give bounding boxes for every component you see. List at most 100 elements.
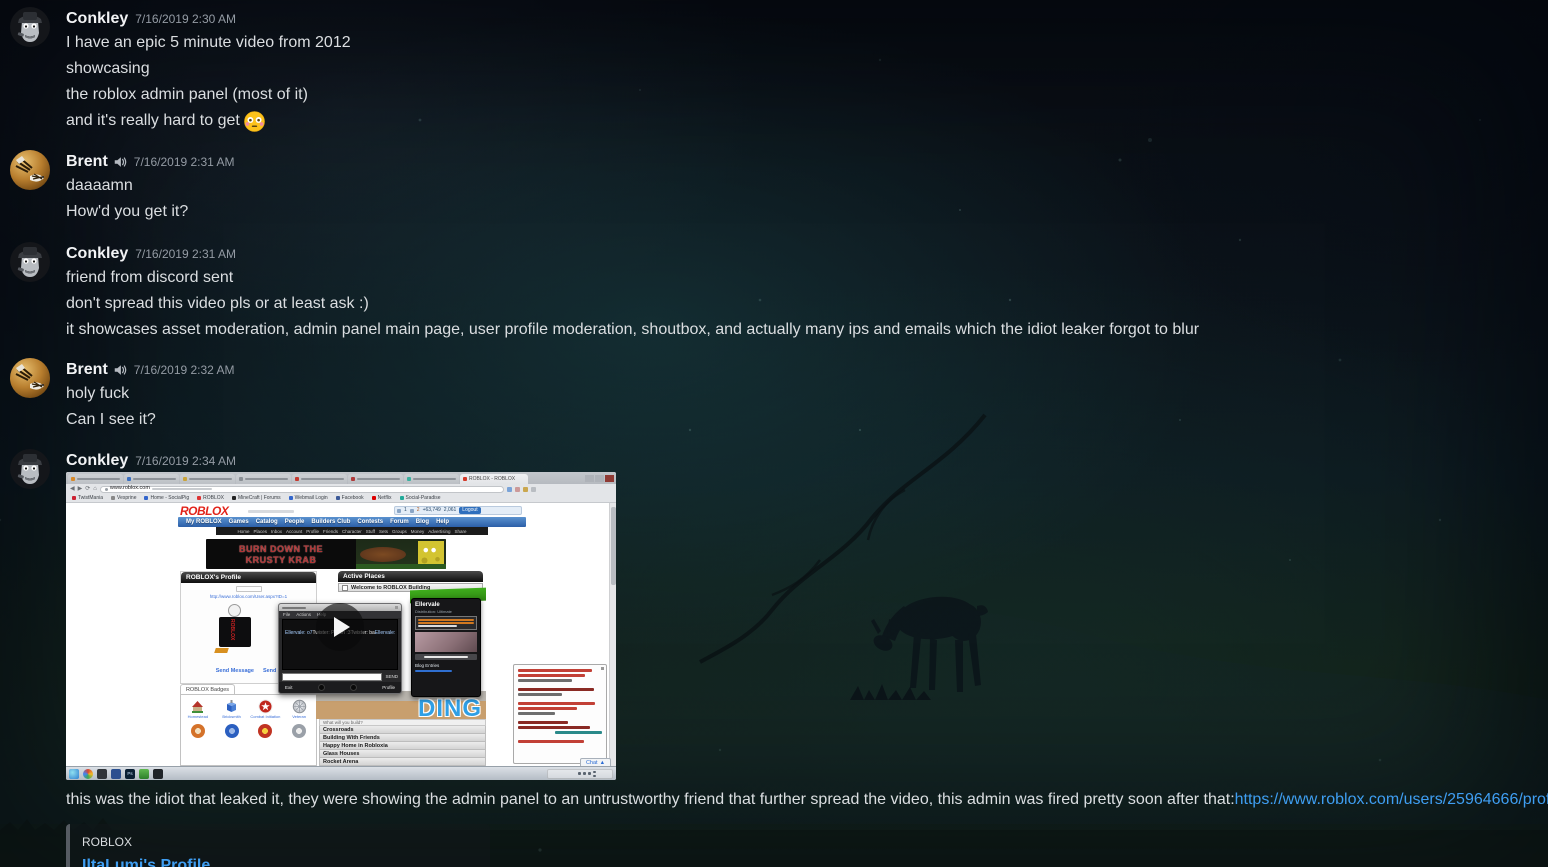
taskbar-app-icon (97, 769, 107, 779)
system-tray (547, 769, 613, 779)
badge-row-partial (181, 724, 316, 738)
roblox-nav-item: People (285, 519, 305, 525)
building-big-text: DING (418, 695, 482, 719)
profile-link[interactable]: https://www.roblox.com/users/25964666/pr… (1235, 787, 1548, 813)
admin-bottom-bar: Exit Profile (279, 682, 401, 693)
card-button-blur (415, 654, 477, 660)
avatar-brent[interactable] (10, 150, 50, 190)
play-button[interactable] (316, 603, 364, 651)
bookmark-item: Social-Paradise (400, 495, 441, 501)
chat-message-group: Conkley 7/16/2019 2:34 AM ROBLOX - ROBLO… (0, 450, 1548, 867)
username[interactable]: Conkley (66, 452, 128, 470)
inbox-count-icon (410, 509, 414, 513)
roblox-nav-item: Contests (357, 519, 383, 525)
url-path-blur (152, 488, 212, 490)
avatar-conkley[interactable] (10, 242, 50, 282)
browser-tab (348, 474, 403, 484)
badge-homestead: Homestead (181, 699, 214, 720)
admin-send-button: SEND (385, 674, 398, 679)
browser-tab (180, 474, 235, 484)
refresh-icon: ⟳ (85, 486, 90, 492)
roblox-subnav-item: Profile (306, 529, 319, 534)
url-box: www.roblox.com (100, 486, 504, 493)
badge-icon (191, 724, 205, 738)
user-card-popup: Ellervale Distribution: Ultimate Blog En… (411, 598, 481, 697)
badge-bricksmith: Bricksmith (215, 699, 248, 720)
embed-provider: ROBLOX (82, 835, 478, 849)
close-icon (605, 475, 614, 482)
timestamp: 7/16/2019 2:34 AM (135, 454, 236, 468)
bookmark-item: ROBLOX (197, 495, 224, 501)
roblox-nav-item: Help (436, 519, 449, 525)
roblox-subnav-item: Sets (379, 529, 388, 534)
photoshop-icon: Ps (125, 769, 135, 779)
roblox-subnav-item: Places (253, 529, 267, 534)
message-line: and it's really hard to get (66, 108, 1548, 134)
browser-tab (292, 474, 347, 484)
username[interactable]: Brent (66, 153, 108, 171)
bookmark-item: MineCraft | Forums (232, 495, 281, 501)
message-line: Can I see it? (66, 407, 1548, 433)
message-line: friend from discord sent (66, 265, 1548, 291)
banner-image (356, 539, 446, 569)
card-image (415, 632, 477, 652)
username[interactable]: Conkley (66, 245, 128, 263)
roblox-nav-item: Games (229, 519, 249, 525)
admin-profile-button: Profile (382, 685, 395, 690)
back-icon: ◀ (70, 486, 75, 492)
chat-message-group: Conkley 7/16/2019 2:31 AM friend from di… (0, 243, 1548, 343)
browser-tab-active: ROBLOX - ROBLOX (460, 474, 528, 484)
card-slider (415, 670, 452, 672)
message-line: holy fuck (66, 381, 1548, 407)
browser-tab (404, 474, 459, 484)
browser-tab-strip: ROBLOX - ROBLOX (66, 472, 616, 484)
embed-title-link[interactable]: IltaLumi's Profile (82, 857, 478, 867)
badges-tab: ROBLOX Badges (180, 684, 235, 694)
stats-panel (513, 664, 607, 764)
window-controls (585, 472, 616, 484)
bricksmith-icon (224, 699, 239, 714)
place-row: Glass Houses (319, 750, 486, 758)
message-count-icon (397, 509, 401, 513)
clock (593, 771, 609, 777)
character-head (228, 604, 241, 617)
avatar-brent[interactable] (10, 358, 50, 398)
browser-tab (124, 474, 179, 484)
message-header: Conkley 7/16/2019 2:31 AM (66, 243, 1548, 265)
bookmarks-bar: TwistManiaVesprineHome - SocialPigROBLOX… (66, 494, 616, 503)
forward-icon: ▶ (78, 486, 83, 492)
bookmark-item: Home - SocialPig (144, 495, 189, 501)
ad-banner: BURN DOWN THE KRUSTY KRAB (206, 539, 446, 569)
taskbar-app-icon (153, 769, 163, 779)
chat-message-group: Brent 7/16/2019 2:32 AM holy fuck Can I … (0, 359, 1548, 433)
message-list: Conkley 7/16/2019 2:30 AM I have an epic… (0, 0, 1548, 867)
badge-icon (292, 724, 306, 738)
bookmark-item: Vesprine (111, 495, 136, 501)
chrome-icon (83, 769, 93, 779)
timestamp: 7/16/2019 2:31 AM (134, 155, 235, 169)
username[interactable]: Conkley (66, 10, 128, 28)
video-attachment[interactable]: ROBLOX - ROBLOX ◀ ▶ ⟳ ⌂ www.roblox.com (66, 472, 616, 780)
username[interactable]: Brent (66, 361, 108, 379)
admin-exit-button: Exit (285, 685, 293, 690)
message-line: it showcases asset moderation, admin pan… (66, 317, 1548, 343)
character-item (214, 648, 229, 653)
roblox-nav: My ROBLOXGamesCatalogPeopleBuilders Club… (178, 517, 526, 527)
message-header: Brent 7/16/2019 2:32 AM (66, 359, 1548, 381)
avatar-conkley[interactable] (10, 7, 50, 47)
message-line: How'd you get it? (66, 199, 1548, 225)
avatar-conkley[interactable] (10, 449, 50, 489)
bookmark-item: Facebook (336, 495, 364, 501)
account-status-bar: 1 2 +63,749 2,061 Logout (394, 506, 522, 515)
badge-combat-initiation: Combat Initiation (249, 699, 282, 720)
send-message-link: Send Message (216, 668, 254, 674)
place-row: Happy Home in Robloxia (319, 742, 486, 750)
embed-accent-bar (66, 824, 70, 867)
timestamp: 7/16/2019 2:30 AM (135, 12, 236, 26)
roblox-subnav-item: Inbox (271, 529, 282, 534)
speaker-icon (113, 155, 127, 169)
message-line: showcasing (66, 56, 1548, 82)
message-line: the roblox admin panel (most of it) (66, 82, 1548, 108)
roblox-subnav-item: Home (237, 529, 249, 534)
badge-icon (225, 724, 239, 738)
